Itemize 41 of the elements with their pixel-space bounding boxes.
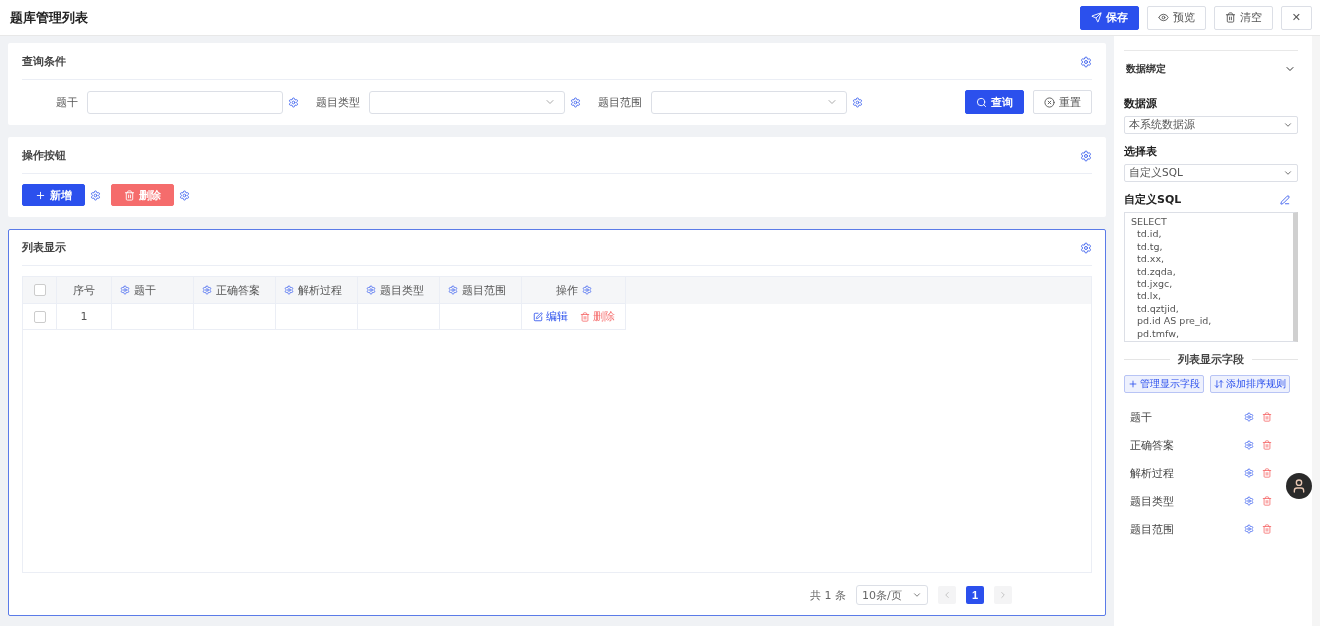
edit-link[interactable]: 编辑 [532, 309, 568, 324]
add-sort-button[interactable]: 添加排序规则 [1210, 375, 1290, 393]
section-title: 列表显示字段 [1178, 352, 1244, 367]
field-label: 题目范围 [597, 94, 642, 110]
field-label: 题目类型 [315, 94, 360, 110]
header-cell: 解析过程 [276, 277, 358, 304]
field-name: 正确答案 [1130, 437, 1175, 453]
field-name: 题干 [1130, 409, 1153, 425]
section-header[interactable]: 数据绑定 [1124, 50, 1298, 86]
page-title: 题库管理列表 [10, 8, 88, 27]
header-button[interactable]: 预览 [1146, 5, 1206, 30]
card-title: 列表显示 [22, 240, 66, 255]
field-name: 题目范围 [1130, 521, 1175, 537]
field-label: 题干 [55, 94, 78, 110]
datasource-select[interactable]: 本系统数据源 [1124, 116, 1298, 134]
header-cell: 序号 [57, 277, 112, 304]
table-select[interactable]: 自定义SQL [1124, 164, 1298, 182]
manage-fields-button[interactable]: 管理显示字段 [1124, 375, 1204, 393]
close-button[interactable]: ✕ [1280, 5, 1312, 30]
header-cell: 题干 [112, 277, 194, 304]
field-name: 解析过程 [1130, 465, 1175, 481]
search-button[interactable]: 查询 [965, 90, 1024, 114]
page-size-select[interactable]: 10条/页 [856, 585, 928, 605]
total-count: 共 1 条 [810, 587, 846, 603]
header-cell: 操作 [522, 277, 626, 304]
header-cell: 正确答案 [194, 277, 276, 304]
header-button[interactable]: 保存 [1079, 5, 1139, 30]
table-cell: 1 [57, 304, 112, 330]
field-name: 题目类型 [1130, 493, 1175, 509]
card-title: 操作按钮 [22, 148, 66, 163]
field-label: 选择表 [1124, 144, 1157, 159]
header-cell: 题目类型 [358, 277, 440, 304]
header-button[interactable]: 清空 [1213, 5, 1273, 30]
reset-button[interactable]: 重置 [1033, 90, 1092, 114]
page-button[interactable]: 1 [966, 586, 984, 604]
field-label: 自定义SQL [1124, 192, 1182, 207]
sql-editor[interactable]: SELECT td.id, td.tg, td.xx, td.zqda, td.jxgc, td.lx, td.qztjid, pd.id AS pre_id, pd.tmfw, [1124, 212, 1298, 342]
card-title: 查询条件 [22, 54, 66, 69]
add-button[interactable]: 新增 [22, 184, 85, 206]
field-label: 数据源 [1124, 96, 1157, 111]
header-cell: 题目范围 [440, 277, 522, 304]
